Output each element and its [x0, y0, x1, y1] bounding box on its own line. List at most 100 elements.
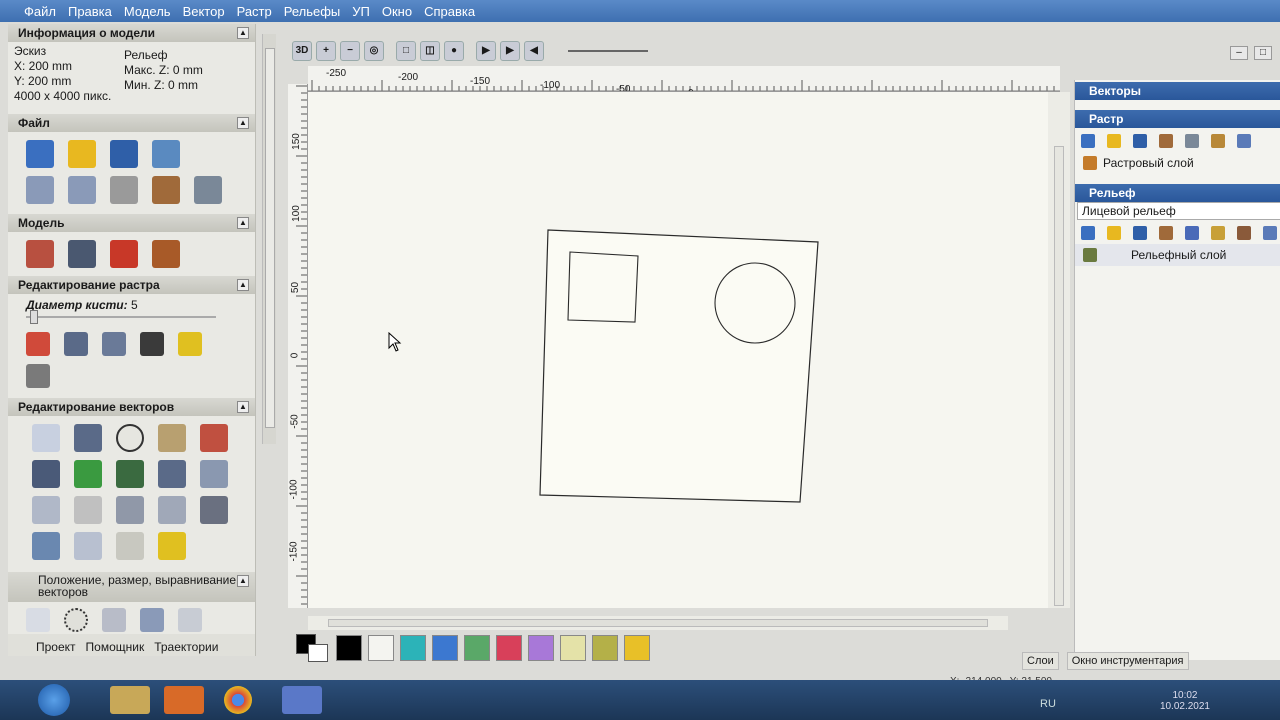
frame-icon[interactable] [158, 460, 186, 488]
copy-relief-icon[interactable] [1159, 226, 1173, 240]
brush-slider[interactable] [26, 310, 216, 324]
tab-layers[interactable]: Слои [1022, 652, 1059, 670]
fill-icon[interactable] [64, 332, 88, 356]
save-relief-icon[interactable] [1133, 226, 1147, 240]
minimize-icon[interactable]: – [1230, 46, 1248, 60]
new-layer-icon[interactable] [1081, 134, 1095, 148]
file-section-header[interactable]: Файл ▲ [8, 114, 255, 132]
join-icon[interactable] [116, 496, 144, 524]
vectors-header[interactable]: Векторы [1075, 82, 1280, 100]
menu-window[interactable]: Окно [376, 4, 418, 19]
redo-icon[interactable] [68, 176, 96, 204]
tab-assistant[interactable]: Помощник [86, 640, 145, 656]
layer-props-icon[interactable] [1185, 134, 1199, 148]
model-relief-icon[interactable] [110, 240, 138, 268]
collapse-icon[interactable]: ▲ [237, 217, 249, 229]
color-swatch-black[interactable] [336, 635, 362, 661]
color-swatch-teal[interactable] [400, 635, 426, 661]
nesting-icon[interactable] [102, 608, 126, 632]
start-button-icon[interactable] [38, 684, 70, 716]
scroll-thumb[interactable] [328, 619, 988, 627]
text-block-icon[interactable] [116, 460, 144, 488]
cut-icon[interactable] [110, 176, 138, 204]
flip-relief-icon[interactable] [1185, 226, 1199, 240]
slider-knob[interactable] [30, 310, 38, 324]
color-swatch-cream[interactable] [560, 635, 586, 661]
language-indicator[interactable]: RU [1040, 698, 1056, 710]
color-swatch-yellow[interactable] [624, 635, 650, 661]
collapse-icon[interactable]: ▲ [237, 117, 249, 129]
copy-layer-icon[interactable] [1159, 134, 1173, 148]
tab-toolbox[interactable]: Окно инструментария [1066, 652, 1189, 670]
relief-select[interactable]: Лицевой рельеф [1077, 202, 1280, 220]
view-3d-button[interactable]: 3D [292, 41, 312, 61]
raster-layer-item[interactable]: Растровый слой [1075, 152, 1280, 174]
explorer-taskbar-icon[interactable] [110, 686, 150, 714]
scroll-thumb[interactable] [265, 48, 275, 428]
shade-icon[interactable]: ◀ [524, 41, 544, 61]
eyedropper-icon[interactable] [102, 332, 126, 356]
media-taskbar-icon[interactable] [164, 686, 204, 714]
align-icon[interactable] [26, 608, 50, 632]
model-section-header[interactable]: Модель ▲ [8, 214, 255, 232]
color-swatch-red[interactable] [496, 635, 522, 661]
line-draw-icon[interactable] [26, 364, 50, 388]
menu-toolpaths[interactable]: УП [346, 4, 376, 19]
tab-toolpaths[interactable]: Траектории [154, 640, 218, 656]
nodes-icon[interactable] [200, 460, 228, 488]
circular-array-icon[interactable] [64, 608, 88, 632]
trim-icon[interactable] [200, 496, 228, 524]
model-view-icon[interactable] [68, 240, 96, 268]
cylinder-icon[interactable] [32, 532, 60, 560]
color-swatch-blue[interactable] [432, 635, 458, 661]
left-panel-scrollbar[interactable] [262, 34, 276, 444]
delete-layer-icon[interactable] [1237, 134, 1251, 148]
curve-icon[interactable] [32, 496, 60, 524]
open-layer-icon[interactable] [1107, 134, 1121, 148]
collapse-icon[interactable]: ▲ [237, 575, 249, 587]
open-relief-icon[interactable] [1107, 226, 1121, 240]
relief-merge-icon[interactable] [1237, 226, 1251, 240]
collapse-icon[interactable]: ▲ [237, 401, 249, 413]
canvas-horizontal-scrollbar[interactable] [308, 616, 1008, 630]
copy-icon[interactable] [152, 176, 180, 204]
select-arrow-icon[interactable] [32, 424, 60, 452]
array-copy-icon[interactable] [140, 608, 164, 632]
relief-props-icon[interactable] [1211, 226, 1225, 240]
zoom-fit-icon[interactable]: ◎ [364, 41, 384, 61]
color-swatch-purple[interactable] [528, 635, 554, 661]
text-tool-icon[interactable] [158, 424, 186, 452]
position-section-header[interactable]: Положение, размер, выравнивание векторов… [8, 572, 255, 602]
eraser-icon[interactable] [140, 332, 164, 356]
zoom-in-icon[interactable]: + [316, 41, 336, 61]
menu-raster[interactable]: Растр [231, 4, 278, 19]
extend-icon[interactable] [158, 496, 186, 524]
star-icon[interactable] [158, 532, 186, 560]
canvas-vertical-scrollbar[interactable] [1048, 92, 1070, 608]
menu-reliefs[interactable]: Рельефы [278, 4, 347, 19]
save-layer-icon[interactable] [1133, 134, 1147, 148]
paste-icon[interactable] [194, 176, 222, 204]
delete-relief-icon[interactable] [1263, 226, 1277, 240]
shape-tool-icon[interactable] [200, 424, 228, 452]
menu-edit[interactable]: Правка [62, 4, 118, 19]
weld-icon[interactable] [74, 532, 102, 560]
undo-icon[interactable] [26, 176, 54, 204]
new-file-icon[interactable] [26, 140, 54, 168]
color-swatch-white[interactable] [368, 635, 394, 661]
menu-help[interactable]: Справка [418, 4, 481, 19]
add-node-icon[interactable] [74, 460, 102, 488]
import-vector-icon[interactable] [32, 460, 60, 488]
drawing-canvas[interactable] [308, 92, 1048, 608]
transform-icon[interactable] [74, 424, 102, 452]
circle-tool-icon[interactable] [116, 424, 144, 452]
tab-project[interactable]: Проект [36, 640, 76, 656]
offset-icon[interactable] [116, 532, 144, 560]
collapse-icon[interactable]: ▲ [237, 27, 249, 39]
zoom-box-icon[interactable]: □ [396, 41, 416, 61]
relief-layer-item[interactable]: Рельефный слой [1075, 244, 1280, 266]
maximize-icon[interactable]: □ [1254, 46, 1272, 60]
menu-model[interactable]: Модель [118, 4, 177, 19]
scroll-thumb[interactable] [1054, 146, 1064, 606]
chrome-taskbar-icon[interactable] [224, 686, 252, 714]
